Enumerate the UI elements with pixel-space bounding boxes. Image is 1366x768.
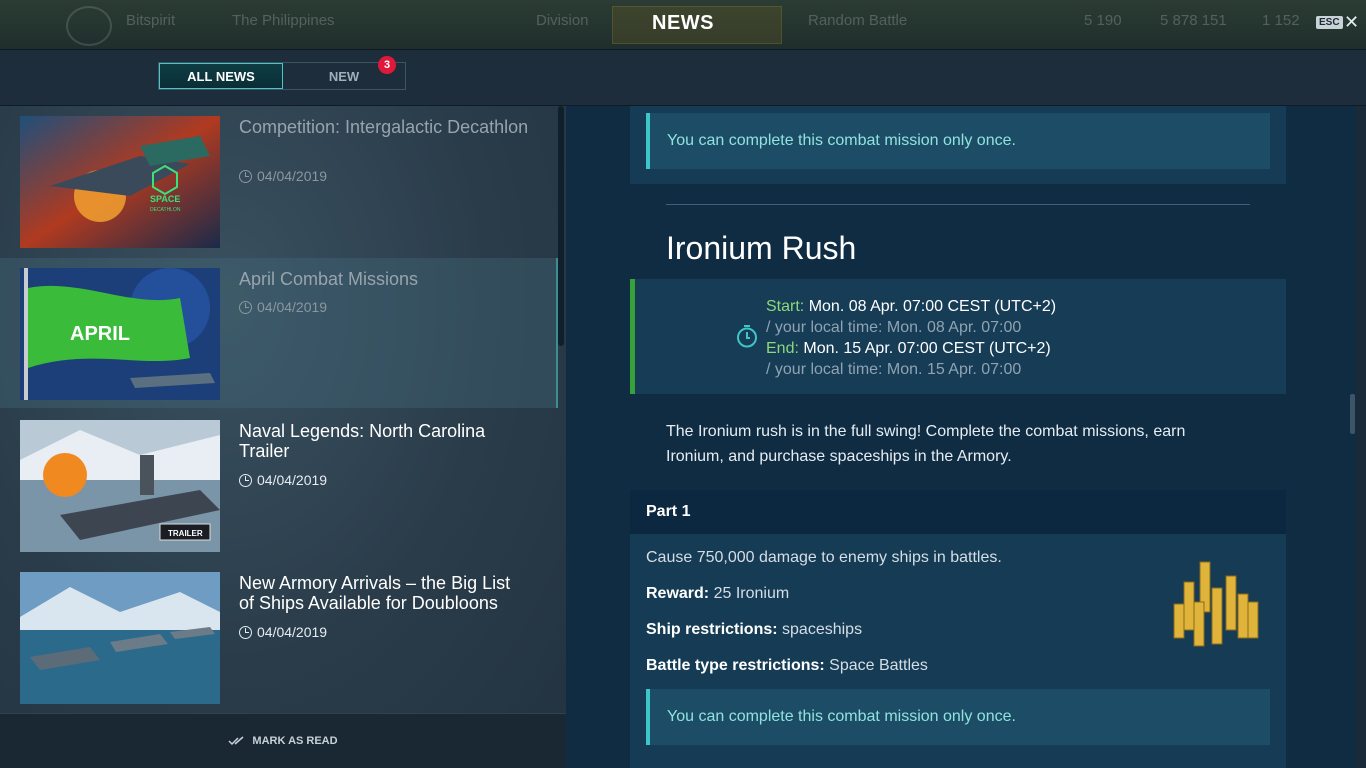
news-item-date: 04/04/2019 <box>239 624 327 640</box>
news-list-scrollbar[interactable] <box>558 106 564 346</box>
page-title: NEWS <box>652 12 714 34</box>
news-item-date: 04/04/2019 <box>239 472 327 488</box>
checkmark-icon <box>228 736 244 746</box>
end-value: Mon. 15 Apr. 07:00 CEST (UTC+2) <box>803 340 1051 357</box>
thumb-caption: TRAILER <box>168 529 203 538</box>
reward-line: Reward: 25 Ironium <box>646 585 790 602</box>
start-local-time: / your local time: Mon. 08 Apr. 07:00 <box>766 319 1022 336</box>
end-label: End: <box>766 340 799 357</box>
once-only-note: You can complete this combat mission onl… <box>646 113 1270 169</box>
mission-dates: Start: Mon. 08 Apr. 07:00 CEST (UTC+2) /… <box>630 279 1286 394</box>
tabs-row: ALL NEWS NEW <box>0 50 1366 106</box>
news-item-april-missions[interactable]: APRIL April Combat Missions 04/04/2019 <box>0 258 558 408</box>
clock-icon <box>239 473 252 487</box>
tab-all-news[interactable]: ALL NEWS <box>159 63 283 89</box>
ironium-icon <box>1173 561 1259 647</box>
clock-icon <box>239 169 252 183</box>
battle-restrictions-line: Battle type restrictions: Space Battles <box>646 657 928 674</box>
news-item-title: Competition: Intergalactic Decathlon <box>239 117 529 137</box>
news-tabs: ALL NEWS NEW <box>158 62 406 90</box>
thumb-caption: SPACE <box>150 194 180 204</box>
close-icon[interactable]: ✕ <box>1344 12 1359 33</box>
article-scrollbar[interactable] <box>1350 394 1355 434</box>
news-item-date: 04/04/2019 <box>239 299 327 315</box>
article-title: Ironium Rush <box>666 230 857 266</box>
new-count-badge: 3 <box>378 56 396 74</box>
divider <box>666 204 1250 205</box>
news-item-north-carolina[interactable]: TRAILER Naval Legends: North Carolina Tr… <box>0 410 558 560</box>
esc-key-hint: ESC <box>1316 16 1343 29</box>
start-label: Start: <box>766 298 805 315</box>
thumb-caption: APRIL <box>70 323 130 345</box>
news-thumbnail: SPACE DECATHLON <box>20 116 220 248</box>
clock-icon <box>239 300 252 314</box>
news-thumbnail <box>20 572 220 704</box>
timer-icon <box>737 325 757 348</box>
news-thumbnail: TRAILER <box>20 420 220 552</box>
news-item-title: Naval Legends: North Carolina Trailer <box>239 421 486 461</box>
start-value: Mon. 08 Apr. 07:00 CEST (UTC+2) <box>808 298 1057 315</box>
thumb-subcaption: DECATHLON <box>150 207 181 213</box>
news-item-date: 04/04/2019 <box>239 168 327 184</box>
part-once-only-note: You can complete this combat mission onl… <box>646 689 1270 745</box>
mark-as-read-label: MARK AS READ <box>252 735 338 747</box>
article-description: The Ironium rush is in the full swing! C… <box>666 423 1186 465</box>
news-list: SPACE DECATHLON Competition: Intergalact… <box>0 106 566 768</box>
mark-as-read-button[interactable]: MARK AS READ <box>0 713 566 768</box>
news-item-title: New Armory Arrivals – the Big List of Sh… <box>239 573 511 613</box>
mission-task: Cause 750,000 damage to enemy ships in b… <box>646 549 1002 566</box>
news-item-armory-arrivals[interactable]: New Armory Arrivals – the Big List of Sh… <box>0 562 558 712</box>
news-thumbnail: APRIL <box>20 268 220 400</box>
news-item-decathlon[interactable]: SPACE DECATHLON Competition: Intergalact… <box>0 106 558 256</box>
ship-restrictions-line: Ship restrictions: spaceships <box>646 621 863 638</box>
article-panel: You can complete this combat mission onl… <box>566 106 1356 768</box>
part-heading: Part 1 <box>630 490 1286 534</box>
news-item-title: April Combat Missions <box>239 269 419 289</box>
clock-icon <box>239 625 252 639</box>
end-local-time: / your local time: Mon. 15 Apr. 07:00 <box>766 361 1022 378</box>
